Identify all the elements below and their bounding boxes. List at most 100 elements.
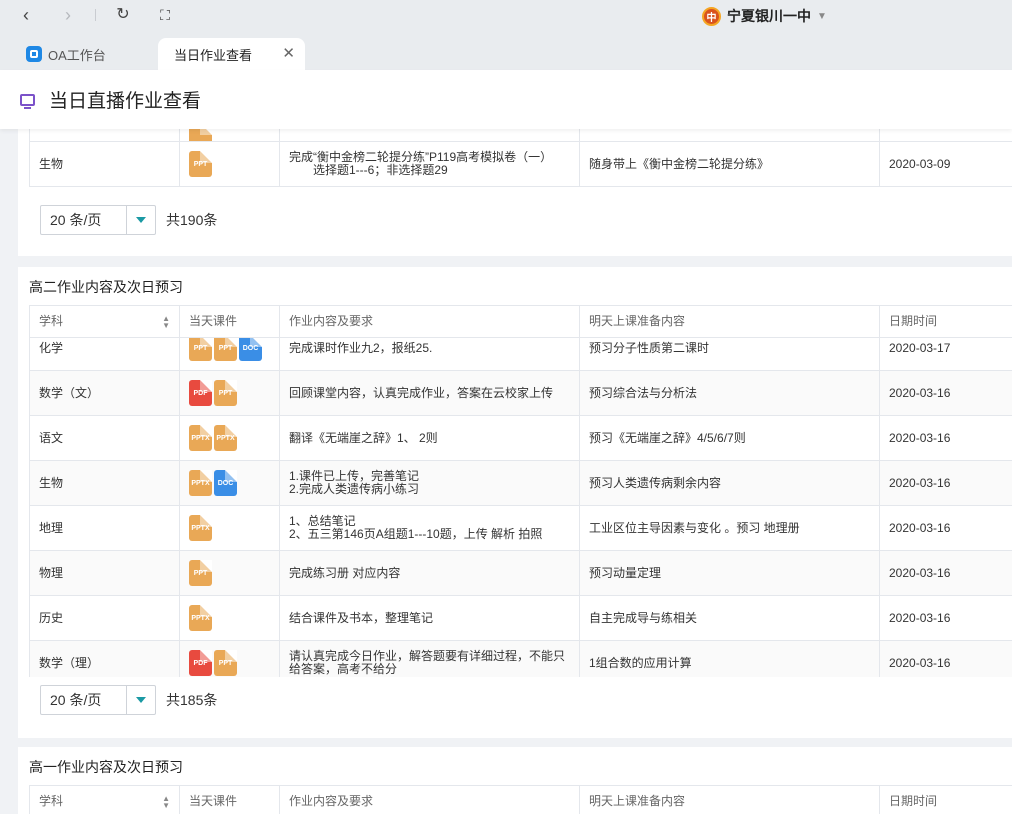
tab-daily-homework[interactable]: 当日作业查看 ✕ bbox=[158, 38, 305, 70]
cell-date: 2020-03-16 bbox=[880, 551, 1012, 595]
doc-file-icon[interactable]: DOC bbox=[214, 470, 237, 496]
cell-prep: 预习分子性质第二课时 bbox=[580, 338, 880, 370]
panel-title: 高一作业内容及次日预习 bbox=[29, 759, 183, 775]
table-row: 历史 PPTX 结合课件及书本，整理笔记 自主完成导与练相关 2020-03-1… bbox=[29, 596, 1012, 641]
pptx-file-icon[interactable]: PPTX bbox=[189, 605, 212, 631]
ppt-file-icon[interactable]: PPT bbox=[214, 650, 237, 676]
ppt-file-icon[interactable]: PPT bbox=[189, 560, 212, 586]
school-name: 宁夏银川一中 bbox=[727, 8, 811, 24]
cell-prep: 预习动量定理 bbox=[580, 551, 880, 595]
table-row: 数学（理） PDF PPT 请认真完成今日作业，解答题要有详细过程，不能只 给答… bbox=[29, 641, 1012, 677]
pdf-file-icon[interactable]: PDF bbox=[189, 380, 212, 406]
ppt-file-icon[interactable]: PPT bbox=[189, 338, 212, 361]
browser-chrome: ‹ › ↻ ⛶ 中 宁夏银川一中 ▼ OA工作台 当日作业查看 ✕ bbox=[0, 0, 1012, 70]
cell-prep: 预习人类遗传病剩余内容 bbox=[580, 461, 880, 505]
table-row: 化学 PPT PPT DOC 完成课时作业九2，报纸25. 预习分子性质第二课时… bbox=[29, 338, 1012, 371]
school-switcher[interactable]: 中 宁夏银川一中 ▼ bbox=[702, 5, 827, 27]
cell-prep: 预习综合法与分析法 bbox=[580, 371, 880, 415]
cell-date: 2020-03-17 bbox=[880, 338, 1012, 370]
cell-content: 1.课件已上传，完善笔记 2.完成人类遗传病小练习 bbox=[280, 461, 580, 505]
pptx-file-icon[interactable]: PPTX bbox=[214, 425, 237, 451]
sort-icon[interactable]: ▲ ▼ bbox=[162, 314, 170, 329]
cell-prep: 预习《无端崖之辞》4/5/6/7则 bbox=[580, 416, 880, 460]
pagination: 20 条/页 共190条 bbox=[40, 205, 217, 235]
cell-courseware: PPT bbox=[180, 142, 280, 186]
browser-navbar: ‹ › ↻ ⛶ 中 宁夏银川一中 ▼ bbox=[0, 0, 1012, 32]
ppt-file-icon[interactable]: PPT bbox=[189, 151, 212, 177]
page-title: 当日直播作业查看 bbox=[49, 91, 202, 112]
column-header-subject[interactable]: 学科 ▲ ▼ bbox=[30, 786, 180, 814]
tab-label: OA工作台 bbox=[48, 47, 106, 63]
close-icon[interactable]: ✕ bbox=[282, 44, 295, 62]
cell-date: 2020-03-09 bbox=[880, 142, 1012, 186]
cell-date: 2020-03-16 bbox=[880, 506, 1012, 550]
tab-oa-workbench[interactable]: OA工作台 bbox=[12, 38, 157, 70]
table-row: 生物 PPT 完成“衡中金榜二轮提分练”P119高考模拟卷（一） 选择题1---… bbox=[29, 142, 1012, 187]
caret-down-icon[interactable] bbox=[126, 206, 155, 234]
cell-date: 2020-03-16 bbox=[880, 596, 1012, 640]
cell-date: 2020-03-16 bbox=[880, 461, 1012, 505]
cell-subject: 语文 bbox=[30, 416, 180, 460]
cell-subject: 生物 bbox=[30, 142, 180, 186]
pptx-file-icon[interactable]: PPTX bbox=[189, 515, 212, 541]
table-row: 语文 PPTX PPTX 翻译《无端崖之辞》1、 2则 预习《无端崖之辞》4/5… bbox=[29, 416, 1012, 461]
cell-subject: 数学（文） bbox=[30, 371, 180, 415]
pptx-file-icon[interactable]: PPTX bbox=[189, 470, 212, 496]
table-row: 地理 PPTX 1、总结笔记 2、五三第146页A组题1---10题，上传 解析… bbox=[29, 506, 1012, 551]
cell-prep: 自主完成导与练相关 bbox=[580, 596, 880, 640]
cell-prep: 工业区位主导因素与变化 。预习 地理册 bbox=[580, 506, 880, 550]
school-logo: 中 bbox=[702, 6, 721, 26]
pagination: 20 条/页 共185条 bbox=[40, 685, 217, 715]
column-header-courseware: 当天课件 bbox=[180, 786, 280, 814]
cell-content: 完成课时作业九2，报纸25. bbox=[280, 338, 580, 370]
cell-prep: 1组合数的应用计算 bbox=[580, 641, 880, 677]
total-count: 共190条 bbox=[166, 212, 218, 228]
column-header-content: 作业内容及要求 bbox=[280, 786, 580, 814]
page-size-select[interactable]: 20 条/页 bbox=[40, 685, 156, 715]
column-header-prep: 明天上课准备内容 bbox=[580, 306, 880, 337]
cell-content: 回顾课堂内容，认真完成作业，答案在云校家上传 bbox=[280, 371, 580, 415]
pdf-file-icon[interactable]: PDF bbox=[189, 650, 212, 676]
nav-divider bbox=[95, 9, 96, 21]
caret-down-icon: ▼ bbox=[817, 10, 827, 22]
cell-date: 2020-03-16 bbox=[880, 371, 1012, 415]
fullscreen-icon[interactable]: ⛶ bbox=[153, 4, 177, 26]
column-header-courseware: 当天课件 bbox=[180, 306, 280, 337]
panel-title: 高二作业内容及次日预习 bbox=[29, 279, 183, 295]
panel-grade1: 高一作业内容及次日预习 学科 ▲ ▼ 当天课件 作业内容及要求 明天上课准备内容 日… bbox=[18, 747, 1012, 814]
panel-grade2: 高二作业内容及次日预习 学科 ▲ ▼ 当天课件 作业内容及要求 明天上课准备内容 日… bbox=[18, 267, 1012, 738]
forward-icon[interactable]: › bbox=[56, 4, 80, 26]
pptx-file-icon[interactable]: PPTX bbox=[189, 425, 212, 451]
total-count: 共185条 bbox=[166, 692, 218, 708]
column-header-date: 日期时间 bbox=[880, 786, 1012, 814]
back-icon[interactable]: ‹ bbox=[14, 4, 38, 26]
reload-icon[interactable]: ↻ bbox=[111, 4, 135, 26]
table-header: 学科 ▲ ▼ 当天课件 作业内容及要求 明天上课准备内容 日期时间 bbox=[29, 785, 1012, 814]
cell-subject: 化学 bbox=[30, 338, 180, 370]
column-header-prep: 明天上课准备内容 bbox=[580, 786, 880, 814]
sort-icon[interactable]: ▲ ▼ bbox=[162, 794, 170, 809]
column-header-content: 作业内容及要求 bbox=[280, 306, 580, 337]
table-body: 生物 PPT 完成“衡中金榜二轮提分练”P119高考模拟卷（一） 选择题1---… bbox=[29, 128, 1012, 187]
caret-down-icon[interactable] bbox=[126, 686, 155, 714]
cell-content: 结合课件及书本，整理笔记 bbox=[280, 596, 580, 640]
cell-content: 完成“衡中金榜二轮提分练”P119高考模拟卷（一） 选择题1---6；非选择题2… bbox=[280, 142, 580, 186]
table-row: 生物 PPTX DOC 1.课件已上传，完善笔记 2.完成人类遗传病小练习 预习… bbox=[29, 461, 1012, 506]
cell-subject: 地理 bbox=[30, 506, 180, 550]
monitor-icon bbox=[20, 93, 35, 109]
ppt-file-icon[interactable]: PPT bbox=[214, 380, 237, 406]
ppt-file-icon[interactable]: PPT bbox=[214, 338, 237, 361]
column-header-subject[interactable]: 学科 ▲ ▼ bbox=[30, 306, 180, 337]
page-size-select[interactable]: 20 条/页 bbox=[40, 205, 156, 235]
tab-label: 当日作业查看 bbox=[174, 47, 253, 63]
cell-subject: 生物 bbox=[30, 461, 180, 505]
cell-content: 翻译《无端崖之辞》1、 2则 bbox=[280, 416, 580, 460]
cell-prep: 随身带上《衡中金榜二轮提分练》 bbox=[580, 142, 880, 186]
ppt-file-icon[interactable] bbox=[189, 128, 212, 141]
page-header: 当日直播作业查看 bbox=[0, 70, 1012, 129]
panel-grade3: 生物 PPT 完成“衡中金榜二轮提分练”P119高考模拟卷（一） 选择题1---… bbox=[18, 128, 1012, 256]
table-row: 物理 PPT 完成练习册 对应内容 预习动量定理 2020-03-16 bbox=[29, 551, 1012, 596]
cell-content: 1、总结笔记 2、五三第146页A组题1---10题，上传 解析 拍照 bbox=[280, 506, 580, 550]
cell-subject: 历史 bbox=[30, 596, 180, 640]
doc-file-icon[interactable]: DOC bbox=[239, 338, 262, 361]
